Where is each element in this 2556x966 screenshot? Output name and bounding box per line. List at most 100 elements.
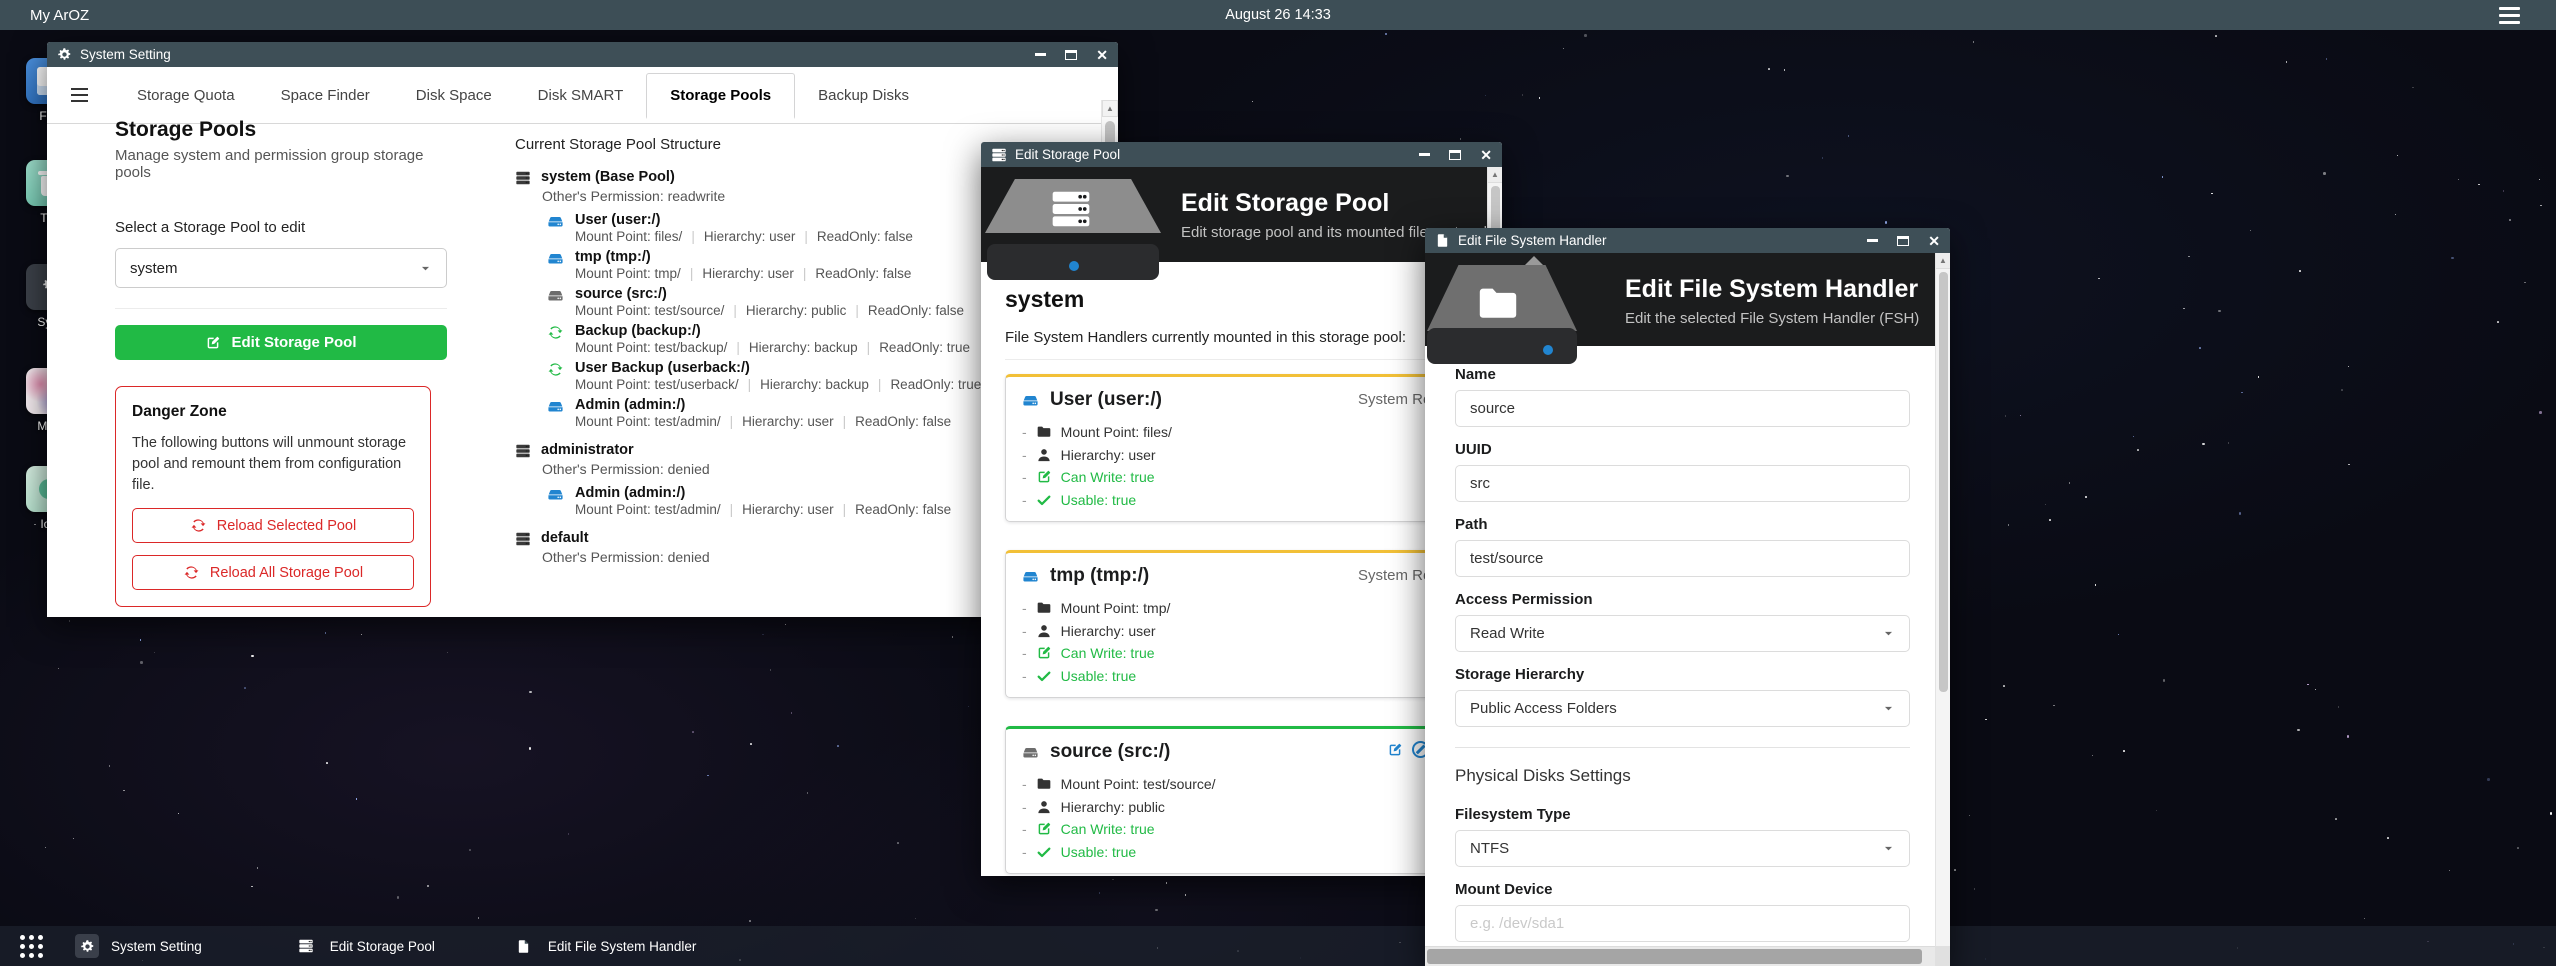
star bbox=[2539, 179, 2541, 181]
star bbox=[1485, 95, 1487, 97]
star bbox=[1185, 894, 1187, 896]
storage-hierarchy-label: Storage Hierarchy bbox=[1455, 666, 1910, 683]
maximize-button[interactable] bbox=[1897, 236, 1909, 246]
mounted-heading: File System Handlers currently mounted i… bbox=[1005, 329, 1478, 346]
drive-icon bbox=[547, 398, 564, 430]
mount-device-label: Mount Device bbox=[1455, 881, 1910, 898]
star bbox=[325, 632, 327, 634]
edit-icon bbox=[1036, 645, 1052, 661]
uuid-label: UUID bbox=[1455, 441, 1910, 458]
scrollbar[interactable]: ▲ bbox=[1935, 253, 1950, 946]
star bbox=[1252, 101, 1254, 103]
file-icon bbox=[1435, 233, 1450, 248]
banner-title: Edit File System Handler bbox=[1625, 275, 1919, 304]
drive-icon bbox=[547, 486, 564, 518]
star bbox=[244, 687, 246, 689]
reload-all-storage-pool-button[interactable]: Reload All Storage Pool bbox=[132, 555, 414, 590]
scroll-up-icon[interactable]: ▲ bbox=[1936, 253, 1950, 269]
window-title: Edit File System Handler bbox=[1458, 233, 1607, 248]
taskbar-item-label: Edit File System Handler bbox=[548, 939, 697, 954]
fsh-card-title: tmp (tmp:/) bbox=[1050, 565, 1149, 587]
star bbox=[529, 691, 532, 694]
star bbox=[2451, 257, 2454, 260]
uuid-field[interactable] bbox=[1455, 465, 1910, 502]
star bbox=[2364, 918, 2366, 920]
top-menu-icon[interactable] bbox=[2499, 7, 2520, 24]
pool-name: default bbox=[541, 530, 589, 547]
taskbar-item-system-setting[interactable]: System Setting bbox=[75, 934, 202, 958]
star bbox=[2395, 214, 2397, 216]
taskbar-item-edit-fsh[interactable]: Edit File System Handler bbox=[512, 934, 697, 958]
tab-disk-space[interactable]: Disk Space bbox=[393, 67, 515, 124]
card-item: -Hierarchy: public bbox=[1022, 796, 1461, 819]
edit-fsh-button[interactable] bbox=[1387, 742, 1403, 758]
name-field[interactable] bbox=[1455, 390, 1910, 427]
pool-root: default Other's Permission: denied bbox=[515, 530, 1055, 565]
tab-backup-disks[interactable]: Backup Disks bbox=[795, 67, 932, 124]
filesystem-type-select[interactable]: NTFS bbox=[1455, 830, 1910, 867]
scrollbar-thumb[interactable] bbox=[1939, 272, 1948, 692]
scrollbar-corner bbox=[1935, 946, 1950, 966]
star bbox=[1786, 175, 1789, 178]
reload-selected-pool-button[interactable]: Reload Selected Pool bbox=[132, 508, 414, 543]
fsh-card-source: source (src:/) -Mount Point: test/source… bbox=[1005, 726, 1478, 874]
system-setting-titlebar[interactable]: System Setting ✕ bbox=[47, 42, 1118, 67]
server-list-icon bbox=[991, 147, 1007, 163]
taskbar-item-label: System Setting bbox=[111, 939, 202, 954]
star bbox=[707, 775, 709, 777]
app-launcher-icon[interactable] bbox=[20, 935, 43, 958]
close-icon[interactable]: ✕ bbox=[1096, 48, 1108, 62]
star bbox=[1112, 879, 1114, 881]
mount-device-field[interactable] bbox=[1455, 905, 1910, 942]
storage-pool-select[interactable]: system bbox=[115, 248, 447, 288]
maximize-button[interactable] bbox=[1065, 50, 1077, 60]
menu-icon[interactable] bbox=[71, 88, 88, 103]
card-item: -Hierarchy: user bbox=[1022, 444, 1461, 467]
star bbox=[2539, 411, 2542, 414]
tab-storage-quota[interactable]: Storage Quota bbox=[114, 67, 258, 124]
star bbox=[2315, 689, 2317, 691]
tab-storage-pools[interactable]: Storage Pools bbox=[646, 73, 795, 119]
star bbox=[2540, 205, 2542, 207]
path-field[interactable] bbox=[1455, 540, 1910, 577]
fsh-details: Mount Point: test/userback/Hierarchy: ba… bbox=[575, 377, 981, 393]
minimize-button[interactable] bbox=[1419, 153, 1430, 156]
user-icon bbox=[1036, 799, 1052, 815]
horizontal-scrollbar[interactable] bbox=[1425, 946, 1935, 966]
refresh-icon bbox=[190, 517, 207, 534]
star bbox=[2053, 705, 2055, 707]
taskbar-item-edit-storage-pool[interactable]: Edit Storage Pool bbox=[294, 934, 435, 958]
star bbox=[1969, 815, 1971, 817]
star bbox=[2199, 347, 2201, 349]
tab-space-finder[interactable]: Space Finder bbox=[258, 67, 393, 124]
star bbox=[2188, 256, 2190, 258]
storage-hierarchy-select[interactable]: Public Access Folders bbox=[1455, 690, 1910, 727]
gear-icon bbox=[75, 934, 99, 958]
star bbox=[1822, 157, 1824, 159]
divider bbox=[1455, 747, 1910, 748]
fsh-card-title: source (src:/) bbox=[1050, 741, 1170, 763]
edit-storage-pool-titlebar[interactable]: Edit Storage Pool ✕ bbox=[981, 142, 1502, 167]
access-permission-select[interactable]: Read Write bbox=[1455, 615, 1910, 652]
star bbox=[2323, 172, 2326, 175]
card-item: -Hierarchy: user bbox=[1022, 620, 1461, 643]
star bbox=[397, 896, 400, 899]
star bbox=[1099, 892, 1101, 894]
scrollbar-thumb[interactable] bbox=[1427, 949, 1922, 964]
user-icon bbox=[1036, 447, 1052, 463]
minimize-button[interactable] bbox=[1867, 239, 1878, 242]
edit-fsh-titlebar[interactable]: Edit File System Handler ✕ bbox=[1425, 228, 1950, 253]
star bbox=[2239, 512, 2242, 515]
maximize-button[interactable] bbox=[1449, 150, 1461, 160]
close-icon[interactable]: ✕ bbox=[1480, 148, 1492, 162]
fsh-row: Backup (backup:/) Mount Point: test/back… bbox=[547, 324, 1055, 356]
minimize-button[interactable] bbox=[1035, 53, 1046, 56]
scroll-up-icon[interactable]: ▲ bbox=[1488, 167, 1502, 183]
edit-storage-pool-button[interactable]: Edit Storage Pool bbox=[115, 325, 447, 360]
folder-icon bbox=[1036, 600, 1052, 616]
close-icon[interactable]: ✕ bbox=[1928, 234, 1940, 248]
card-item: -Usable: true bbox=[1022, 841, 1461, 864]
tab-disk-smart[interactable]: Disk SMART bbox=[515, 67, 647, 124]
star bbox=[2503, 190, 2505, 192]
scroll-up-icon[interactable]: ▲ bbox=[1102, 100, 1118, 117]
